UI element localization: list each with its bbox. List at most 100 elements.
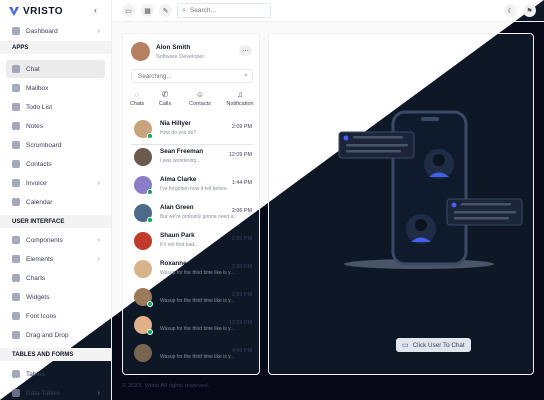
sidebar-item-label: Notes — [26, 122, 43, 130]
widgets-icon — [12, 293, 20, 301]
contact-time: 4:09 PM — [231, 348, 252, 354]
contact-preview: Wasup for the third time like is y... — [160, 270, 235, 276]
chat-list-panel: Alon Smith Software Developer ⋯ ⌕ ◌ Chat… — [122, 33, 260, 375]
sidebar-item-label: Elements — [26, 255, 54, 263]
contact-row[interactable]: Xavier Wasup for the third time like is y… — [131, 342, 257, 369]
click-user-label: Click User To Chat — [412, 341, 465, 349]
contact-row[interactable]: Roxanne Wasup for the third time like is … — [131, 258, 257, 285]
sidebar-item-dashboard[interactable]: Dashboard › — [0, 22, 111, 40]
contact-preview: I've forgotten how it felt before — [160, 186, 227, 192]
components-icon — [12, 236, 20, 244]
chat-icon — [12, 65, 20, 73]
sidebar-item-label: Components — [26, 236, 63, 244]
header-search[interactable]: ⌕ — [177, 3, 271, 18]
sidebar-item-elements[interactable]: Elements › — [0, 250, 111, 268]
contact-time: 12:09 PM — [228, 152, 252, 158]
sidebar-item-label: Todo List — [26, 103, 53, 111]
footer-copyright: © 2023. Vristo All rights reserved. — [122, 383, 210, 389]
sidebar-item-calendar[interactable]: Calendar — [0, 193, 111, 211]
phone-icon: ✆ — [161, 90, 169, 99]
sidebar-item-invoice[interactable]: Invoice › — [0, 174, 111, 192]
contacts-icon — [12, 160, 20, 168]
edit-icon[interactable]: ✎ — [159, 4, 172, 17]
sidebar-item-label: Mailbox — [26, 84, 49, 92]
chevron-right-icon: › — [97, 27, 100, 35]
contact-row[interactable]: Alma Clarke I've forgotten how it felt be… — [131, 174, 257, 201]
contact-row[interactable]: Sean Freeman I was wondering... 12:09 PM — [131, 146, 257, 173]
click-user-to-chat-button[interactable]: ▭ Click User To Chat — [396, 338, 471, 352]
contact-avatar — [134, 148, 152, 166]
tab-chats[interactable]: ◌ Chats — [123, 90, 151, 107]
contact-row[interactable]: Shaun Park It's not that bad... 2:05 PM — [131, 230, 257, 257]
contact-preview: How do you do? — [160, 130, 197, 136]
online-status-dot — [147, 133, 153, 139]
tab-label: Contacts — [189, 101, 211, 107]
sidebar-item-label: Drag and Drop — [26, 331, 69, 339]
sidebar-item-label: Contacts — [26, 160, 52, 168]
chat-search[interactable]: ⌕ — [131, 69, 253, 83]
mailbox-icon — [12, 84, 20, 92]
tab-label: Chats — [129, 101, 145, 107]
sidebar-item-chat[interactable]: Chat — [6, 60, 105, 78]
sidebar-item-notes[interactable]: Notes — [0, 117, 111, 135]
sidebar: VRISTO ‹ Dashboard › APPS Chat Mailbox Todo L… — [0, 0, 112, 400]
sidebar-item-drag-and-drop[interactable]: Drag and Drop — [0, 326, 111, 344]
contact-row[interactable]: Ernest Reeves Wasup for the third time li… — [131, 286, 257, 313]
application-icon[interactable]: ▭ — [122, 4, 135, 17]
theme-toggle-icon[interactable]: ☾ — [504, 4, 517, 17]
contact-avatar — [134, 260, 152, 278]
contact-preview: I was wondering... — [160, 158, 201, 164]
tab-label: Calls — [158, 101, 172, 107]
sidebar-item-label: Invoice — [26, 179, 47, 187]
more-options-icon[interactable]: ⋯ — [239, 45, 252, 56]
contact-row[interactable]: Laurie Fox Wasup for the third time like … — [131, 314, 257, 341]
contact-time: 2:06 PM — [231, 208, 252, 214]
sidebar-item-charts[interactable]: Charts — [0, 269, 111, 287]
contact-name: Sean Freeman — [160, 148, 204, 155]
contact-time: 2:00 PM — [231, 264, 252, 270]
contact-name: Ernest Reeves — [160, 288, 204, 295]
contact-time: 12:09 PM — [228, 320, 252, 326]
sidebar-item-font-icons[interactable]: Font Icons — [0, 307, 111, 325]
sidebar-item-widgets[interactable]: Widgets — [0, 288, 111, 306]
chevron-right-icon: › — [97, 389, 100, 397]
collapse-sidebar-icon[interactable]: ‹ — [94, 5, 97, 15]
contact-time: 2:09 PM — [231, 124, 252, 130]
sidebar-item-label: Chat — [26, 65, 40, 73]
sidebar-item-mailbox[interactable]: Mailbox — [0, 79, 111, 97]
sidebar-section-heading: TABLES AND FORMS — [0, 348, 111, 361]
contact-time: 2:09 PM — [231, 292, 252, 298]
sidebar-item-tables[interactable]: Tables — [0, 365, 111, 383]
user-icon: ☺ — [195, 90, 205, 99]
contact-name: Alma Clarke — [160, 176, 197, 183]
tab-calls[interactable]: ✆ Calls — [151, 90, 179, 107]
tab-notification[interactable]: ♫ Notification — [226, 90, 254, 107]
sidebar-item-label: Font Icons — [26, 312, 57, 320]
charts-icon — [12, 274, 20, 282]
search-icon: ⌕ — [244, 72, 248, 79]
profile-role: Software Developer — [156, 54, 205, 60]
sidebar-item-components[interactable]: Components › — [0, 231, 111, 249]
contact-row[interactable]: Alan Green But we're probably gonna need … — [131, 202, 257, 229]
chevron-right-icon: › — [97, 255, 100, 263]
vristo-logo-icon — [9, 7, 19, 16]
tab-label: Notification — [226, 101, 254, 107]
online-status-dot — [147, 329, 153, 335]
language-flag-icon[interactable]: ⚑ — [523, 4, 536, 17]
calendar-icon — [12, 198, 20, 206]
drag-and-drop-icon — [12, 331, 20, 339]
sidebar-item-scrumboard[interactable]: Scrumboard — [0, 136, 111, 154]
chat-search-input[interactable] — [132, 70, 232, 82]
profile-name: Alon Smith — [156, 44, 191, 51]
calendar-icon[interactable]: ▦ — [141, 4, 154, 17]
search-icon: ⌕ — [182, 6, 186, 14]
todo-list-icon — [12, 103, 20, 111]
sidebar-item-label: Data Tables — [26, 389, 61, 397]
sidebar-item-todo-list[interactable]: Todo List — [0, 98, 111, 116]
contact-row[interactable]: Nia Hillyer How do you do? 2:09 PM — [131, 118, 257, 145]
tab-contacts[interactable]: ☺ Contacts — [186, 90, 214, 107]
header-search-input[interactable] — [189, 7, 260, 14]
chevron-right-icon: › — [97, 179, 100, 187]
sidebar-item-data-tables[interactable]: Data Tables › — [0, 384, 111, 400]
sidebar-item-contacts[interactable]: Contacts — [0, 155, 111, 173]
